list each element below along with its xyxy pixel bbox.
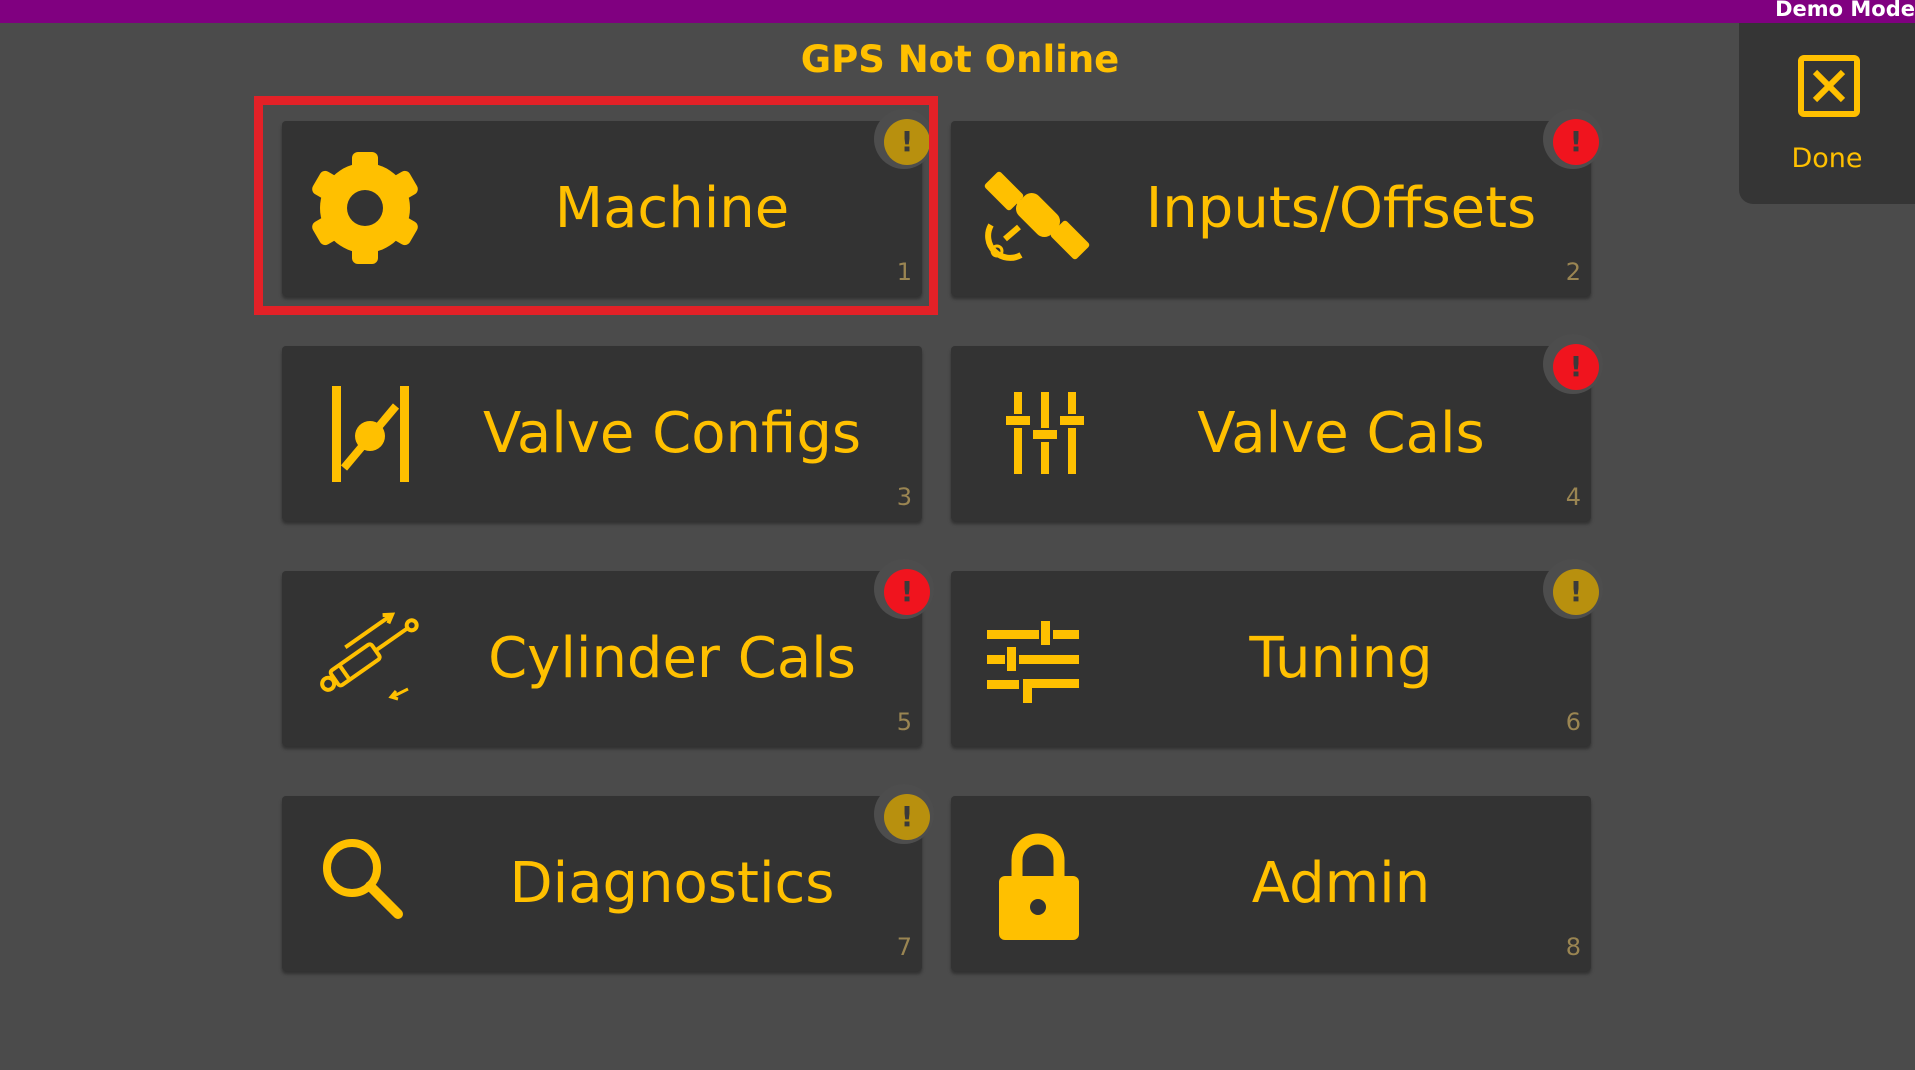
tile-label: Cylinder Cals [488, 626, 856, 691]
alert-icon: ! [1553, 569, 1599, 615]
tuning-tile[interactable]: Tuning 6 ! [951, 559, 1603, 746]
warning-badge: ! [1543, 559, 1603, 619]
inputs-offsets-tile[interactable]: Inputs/Offsets 2 ! [951, 109, 1603, 296]
valve-icon [332, 386, 409, 482]
lock-icon [999, 833, 1079, 940]
tile-label: Valve Configs [482, 401, 862, 466]
tile-label: Valve Cals [1197, 401, 1485, 466]
tile-number: 4 [1565, 483, 1581, 511]
alert-icon: ! [884, 569, 930, 615]
demo-mode-label: Demo Mode [1775, 0, 1915, 21]
done-button[interactable]: Done [1739, 23, 1915, 204]
alert-icon: ! [1553, 119, 1599, 165]
alert-icon: ! [1553, 344, 1599, 390]
close-box-icon [1798, 55, 1860, 117]
top-bar: Demo Mode [0, 0, 1915, 23]
tile-number: 7 [896, 933, 912, 961]
error-badge: ! [1543, 334, 1603, 394]
tile-label: Tuning [1249, 626, 1433, 691]
admin-tile[interactable]: Admin 8 [951, 796, 1591, 971]
tile-number: 2 [1565, 258, 1581, 286]
error-badge: ! [1543, 109, 1603, 169]
warning-badge: ! [874, 784, 934, 844]
valve-cals-tile[interactable]: Valve Cals 4 ! [951, 334, 1603, 521]
cylinder-cals-tile[interactable]: Cylinder Cals 5 ! [282, 559, 934, 746]
diagnostics-tile[interactable]: Diagnostics 7 ! [282, 784, 934, 971]
tile-number: 6 [1565, 708, 1581, 736]
cylinder-icon [320, 612, 419, 701]
tile-label: Diagnostics [509, 851, 835, 916]
tile-number: 3 [896, 483, 912, 511]
tile-label: Inputs/Offsets [1145, 176, 1537, 241]
vertical-sliders-icon [1006, 392, 1084, 474]
tile-label: Admin [1251, 851, 1431, 916]
tile-number: 5 [896, 708, 912, 736]
tile-number: 8 [1565, 933, 1581, 961]
gps-status-title: GPS Not Online [800, 38, 1120, 81]
horizontal-sliders-icon [987, 621, 1079, 703]
alert-icon: ! [884, 794, 930, 840]
error-badge: ! [874, 559, 934, 619]
selected-tile-highlight [254, 96, 938, 315]
valve-configs-tile[interactable]: Valve Configs 3 [282, 346, 922, 521]
done-label: Done [1791, 143, 1863, 174]
search-icon [323, 839, 403, 919]
satellite-icon [984, 171, 1090, 261]
